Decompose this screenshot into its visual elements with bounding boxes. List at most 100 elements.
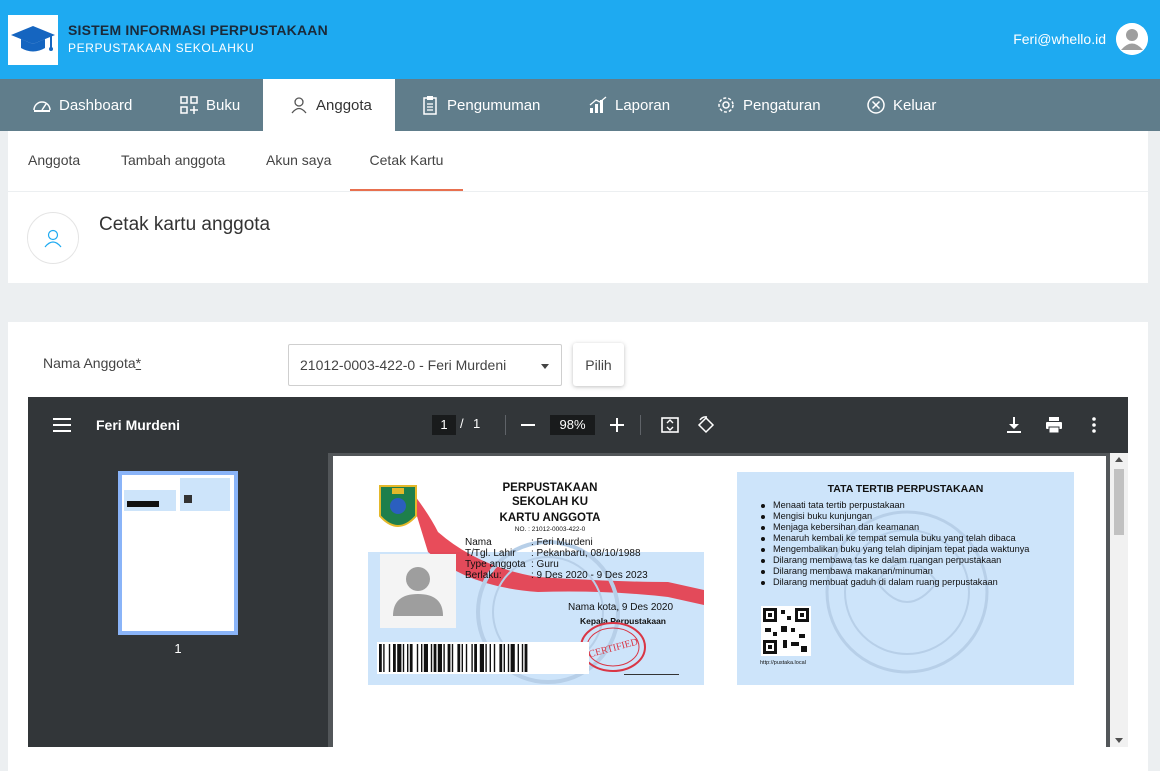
print-icon[interactable] bbox=[1044, 415, 1064, 435]
close-circle-icon bbox=[867, 96, 885, 114]
nav-label: Pengumuman bbox=[447, 96, 541, 114]
pdf-toolbar: Feri Murdeni 1 / 1 98% bbox=[28, 397, 1128, 453]
member-card-back: TATA TERTIB PERPUSTAKAAN Menaati tata te… bbox=[737, 472, 1074, 685]
pdf-viewer: Feri Murdeni 1 / 1 98% 1 PERPUSTAKAAN SE… bbox=[28, 397, 1128, 747]
pdf-document-title: Feri Murdeni bbox=[96, 417, 181, 433]
nav-label: Anggota bbox=[316, 96, 372, 114]
stamp-text: CERTIFIED bbox=[588, 637, 640, 661]
detail-value: : Pekanbaru, 08/10/1988 bbox=[531, 548, 641, 559]
sub-nav: Anggota Tambah anggota Akun saya Cetak K… bbox=[8, 131, 1148, 191]
grid-plus-icon bbox=[180, 96, 198, 114]
rules-title: TATA TERTIB PERPUSTAKAAN bbox=[827, 483, 984, 495]
pilih-button[interactable]: Pilih bbox=[573, 343, 624, 386]
app-title: SISTEM INFORMASI PERPUSTAKAAN bbox=[68, 22, 328, 38]
zoom-out-icon[interactable] bbox=[518, 415, 538, 435]
download-icon[interactable] bbox=[1004, 415, 1024, 435]
qr-code bbox=[761, 606, 811, 656]
detail-row: Type anggota : Guru bbox=[465, 559, 648, 570]
member-details: Nama : Feri Murdeni T/Tgl. Lahir : Pekanba… bbox=[465, 537, 648, 581]
card-place-date: Nama kota, 9 Des 2020 bbox=[568, 602, 674, 613]
member-photo bbox=[380, 554, 456, 628]
rotate-icon[interactable] bbox=[696, 415, 716, 435]
member-photo-placeholder bbox=[393, 567, 443, 616]
rule-item: Mengembalikan buku yang telah dipinjam t… bbox=[759, 544, 1064, 555]
subtab-akun-saya[interactable]: Akun saya bbox=[266, 131, 331, 191]
subtab-tambah-anggota[interactable]: Tambah anggota bbox=[121, 131, 225, 191]
nav-keluar[interactable]: Keluar bbox=[866, 79, 936, 131]
card-library-name-2: SEKOLAH KU bbox=[511, 496, 589, 508]
thumbnail-page-number: 1 bbox=[174, 641, 182, 656]
card-title: KARTU ANGGOTA bbox=[499, 512, 601, 524]
rule-item: Menaruh kembali ke tempat semula buku ya… bbox=[759, 533, 1064, 544]
pdf-thumbnail-sidebar: 1 bbox=[28, 453, 328, 747]
pdf-page: PERPUSTAKAAN SEKOLAH KU KARTU ANGGOTA NO… bbox=[333, 456, 1106, 747]
nav-pengumuman[interactable]: Pengumuman bbox=[420, 79, 540, 131]
avatar[interactable] bbox=[1116, 23, 1148, 55]
chevron-down-icon bbox=[541, 364, 549, 369]
nav-label: Buku bbox=[206, 96, 241, 114]
detail-row: Nama : Feri Murdeni bbox=[465, 537, 648, 548]
zoom-in-icon[interactable] bbox=[607, 415, 627, 435]
page-title: Cetak kartu anggota bbox=[99, 214, 271, 235]
toolbar-divider bbox=[640, 415, 641, 435]
user-email[interactable]: Feri@whello.id bbox=[1013, 31, 1106, 47]
dashboard-icon bbox=[33, 101, 51, 112]
detail-value: : Guru bbox=[531, 559, 559, 570]
pdf-scrollbar[interactable] bbox=[1110, 453, 1128, 747]
detail-key: Type anggota bbox=[465, 559, 526, 570]
rule-item: Dilarang membawa makanan/minuman bbox=[759, 566, 1064, 577]
more-options-icon[interactable] bbox=[1084, 415, 1104, 435]
page-thumbnail[interactable] bbox=[118, 471, 238, 635]
nav-pengaturan[interactable]: Pengaturan bbox=[716, 79, 821, 131]
member-label-text: Nama Anggota bbox=[43, 355, 136, 371]
scrollbar-thumb[interactable] bbox=[1114, 469, 1124, 535]
nav-label: Dashboard bbox=[59, 96, 133, 114]
rule-item: Mengisi buku kunjungan bbox=[759, 511, 1064, 522]
page-total: 1 bbox=[473, 416, 481, 431]
page-header-card: Cetak kartu anggota bbox=[8, 192, 1148, 283]
fit-page-icon[interactable] bbox=[660, 415, 680, 435]
main-nav: Dashboard Buku Anggota Pengumuman Lapora… bbox=[0, 79, 1160, 131]
nav-laporan[interactable]: Laporan bbox=[588, 79, 670, 131]
member-field-label: Nama Anggota* bbox=[43, 355, 141, 371]
page-separator: / bbox=[460, 416, 464, 431]
card-number: NO. : 21012-0003-422-0 bbox=[514, 526, 586, 533]
signature-line bbox=[624, 674, 679, 675]
toolbar-divider bbox=[505, 415, 506, 435]
subtab-cetak-kartu[interactable]: Cetak Kartu bbox=[350, 131, 463, 191]
detail-key: Berlaku: bbox=[465, 570, 502, 581]
page-number-input[interactable]: 1 bbox=[432, 415, 456, 435]
rule-item: Menaati tata tertib perpustakaan bbox=[759, 500, 1064, 511]
gear-icon bbox=[718, 97, 734, 113]
scroll-down-arrow-icon[interactable] bbox=[1115, 738, 1123, 743]
nav-label: Laporan bbox=[615, 96, 671, 114]
rule-item: Menjaga kebersihan dan keamanan bbox=[759, 522, 1064, 533]
detail-value: : Feri Murdeni bbox=[531, 537, 593, 548]
app-subtitle: PERPUSTAKAAN SEKOLAHKU bbox=[68, 41, 255, 55]
detail-key: T/Tgl. Lahir bbox=[465, 548, 516, 559]
nav-dashboard[interactable]: Dashboard bbox=[32, 79, 132, 131]
menu-icon[interactable] bbox=[52, 415, 72, 435]
app-header: SISTEM INFORMASI PERPUSTAKAAN PERPUSTAKA… bbox=[0, 0, 1160, 79]
thumbnail-preview bbox=[124, 478, 230, 511]
member-card-front: PERPUSTAKAAN SEKOLAH KU KARTU ANGGOTA NO… bbox=[368, 472, 704, 685]
member-select-value: 21012-0003-422-0 - Feri Murdeni bbox=[300, 357, 507, 373]
rule-item: Dilarang membawa tas ke dalam ruangan pe… bbox=[759, 555, 1064, 566]
bar-chart-icon bbox=[589, 96, 607, 113]
scroll-up-arrow-icon[interactable] bbox=[1115, 457, 1123, 462]
clipboard-icon bbox=[423, 96, 437, 115]
detail-value: : 9 Des 2020 - 9 Des 2023 bbox=[531, 570, 648, 581]
card-url: http://pustaka.local bbox=[760, 660, 806, 666]
nav-label: Pengaturan bbox=[743, 96, 821, 114]
nav-label: Keluar bbox=[893, 96, 937, 114]
user-avatar-icon bbox=[1116, 23, 1148, 55]
member-select[interactable]: 21012-0003-422-0 - Feri Murdeni bbox=[288, 344, 562, 386]
page-icon bbox=[27, 212, 79, 264]
card-library-name-1: PERPUSTAKAAN bbox=[502, 482, 598, 494]
nav-anggota[interactable]: Anggota bbox=[263, 79, 395, 131]
zoom-input[interactable]: 98% bbox=[550, 415, 595, 435]
subtab-anggota[interactable]: Anggota bbox=[28, 131, 80, 191]
nav-buku[interactable]: Buku bbox=[179, 79, 240, 131]
detail-key: Nama bbox=[465, 537, 492, 548]
user-icon bbox=[291, 97, 307, 114]
